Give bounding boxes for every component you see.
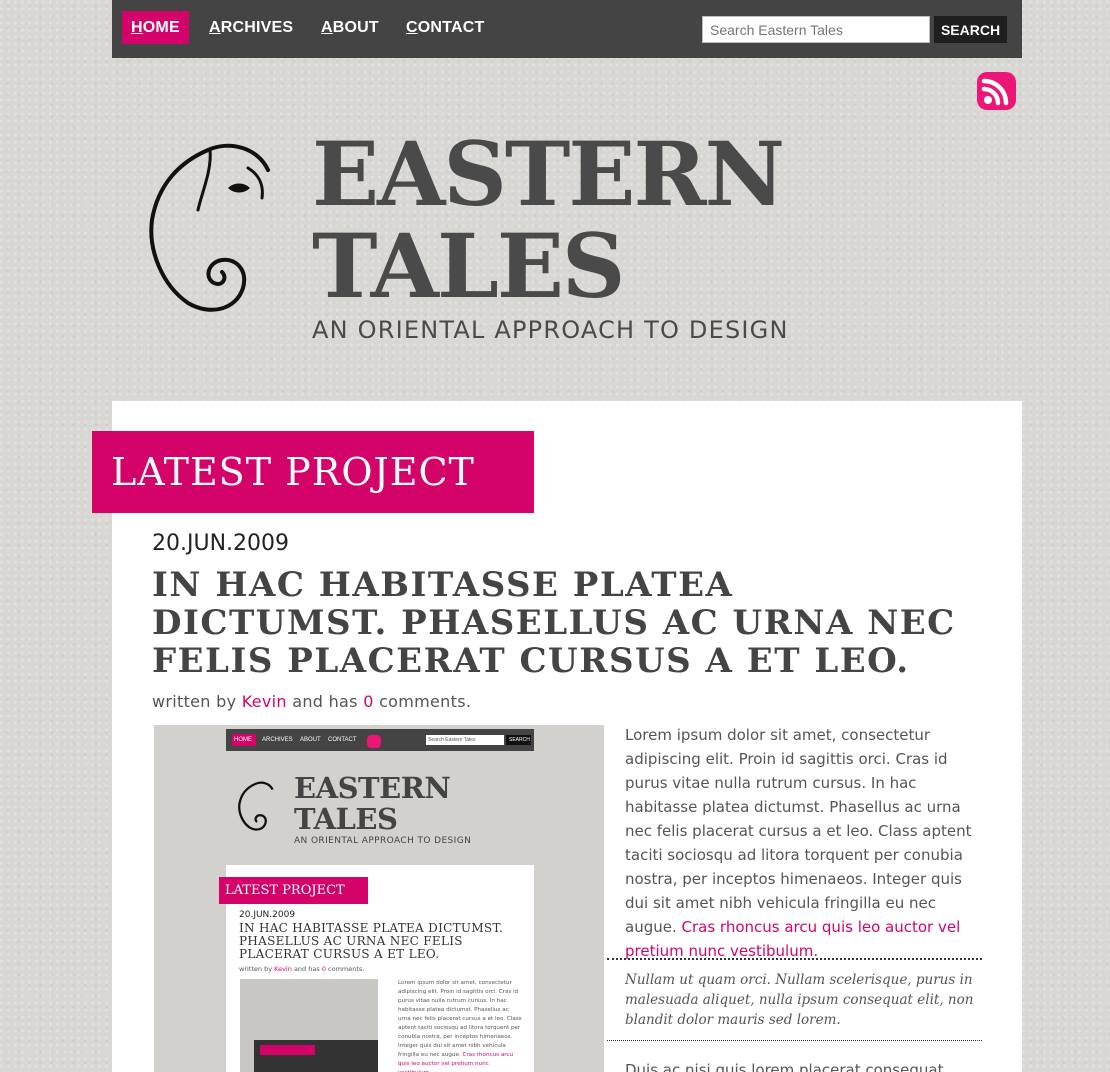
thumb-search-label: SEARCH [509, 737, 530, 743]
thumb-search-button: SEARCH [506, 735, 531, 745]
post-title[interactable]: IN HAC HABITASSE PLATEA DICTUMST. PHASEL… [152, 566, 982, 680]
post-body-paragraph: Lorem ipsum dolor sit amet, consectetur … [625, 723, 985, 963]
site-title-line2: TALES [312, 214, 625, 318]
thumb-meta-prefix: written by [239, 965, 273, 973]
thumb-nested-badge [260, 1045, 315, 1055]
thumb-post-date: 20.JUN.2009 [239, 910, 296, 920]
post-meta: written by Kevin and has 0 comments. [152, 692, 471, 711]
elephant-logo-icon[interactable] [140, 140, 280, 315]
nav-about[interactable]: ABOUT [312, 11, 388, 44]
thumb-post-title: IN HAC HABITASSE PLATEA DICTUMST. PHASEL… [239, 921, 504, 961]
post-date: 20.JUN.2009 [152, 531, 290, 556]
search-button[interactable]: SEARCH [934, 16, 1007, 43]
post-body-paragraph-2: Duis ac nisi quis lorem placerat consequ… [625, 1061, 944, 1072]
thumb-elephant-logo-icon [238, 781, 274, 831]
rss-feed-icon[interactable] [977, 72, 1016, 110]
thumb-body-plain: Lorem ipsum dolor sit amet, consectetur … [398, 980, 522, 1058]
search-input[interactable] [702, 16, 930, 43]
meta-middle: and has [292, 692, 358, 711]
thumb-nested-dark-block [254, 1040, 378, 1072]
thumb-post-meta: written by Kevin and has 0 comments. [239, 965, 364, 973]
thumb-tagline: AN ORIENTAL APPROACH TO DESIGN [294, 836, 472, 846]
thumb-meta-suffix: comments. [328, 965, 365, 973]
meta-prefix: written by [152, 692, 237, 711]
nav-home[interactable]: HOME [122, 11, 189, 44]
thumb-nav-archives: ARCHIVES [262, 737, 293, 743]
thumb-search-input: Search Eastern Tales [426, 735, 504, 745]
post-body-text: Lorem ipsum dolor sit amet, consectetur … [625, 726, 972, 936]
author-link[interactable]: Kevin [242, 692, 287, 711]
meta-suffix: comments. [379, 692, 472, 711]
site-title[interactable]: EASTERN TALES [312, 122, 785, 318]
top-navbar: HOME ARCHIVES ABOUT CONTACT SEARCH [112, 0, 1022, 58]
project-thumbnail[interactable]: HOME ARCHIVES ABOUT CONTACT Search Easte… [154, 725, 604, 1072]
nav-archives[interactable]: ARCHIVES [200, 11, 302, 44]
thumb-nav-home: HOME [234, 737, 252, 743]
thumb-nav-contact: CONTACT [328, 737, 357, 743]
thumb-site-title: EASTERN TALES [294, 771, 451, 836]
site-title-line1: EASTERN [312, 122, 785, 226]
post-pull-quote: Nullam ut quam orci. Nullam scelerisque,… [625, 972, 974, 1028]
thumb-nav-about: ABOUT [300, 737, 321, 743]
quote-divider-top [607, 958, 982, 960]
nav-contact[interactable]: CONTACT [397, 11, 493, 44]
quote-divider-bottom [607, 1040, 982, 1041]
thumb-search-text: Search Eastern Tales [428, 737, 476, 743]
thumb-rss-icon [367, 735, 381, 748]
site-tagline: AN ORIENTAL APPROACH TO DESIGN [312, 316, 789, 344]
thumb-author: Kevin [274, 965, 292, 973]
thumb-comment-count: 0 [321, 965, 326, 973]
thumb-meta-middle: and has [293, 965, 320, 973]
comment-count-link[interactable]: 0 [363, 692, 373, 711]
thumb-section-badge: LATEST PROJECT [219, 877, 368, 904]
section-heading-latest-project: LATEST PROJECT [92, 431, 534, 513]
thumb-body-text: Lorem ipsum dolor sit amet, consectetur … [398, 979, 523, 1072]
